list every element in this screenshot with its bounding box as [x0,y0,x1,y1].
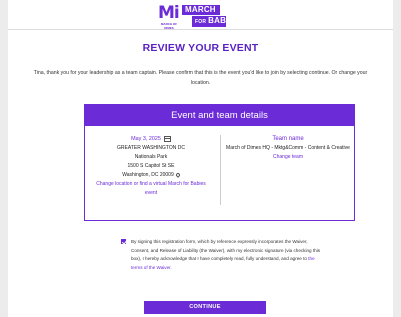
event-location-name: GREATER WASHINGTON DC [117,145,185,151]
page-title: REVIEW YOUR EVENT [142,42,259,54]
event-street: 1500 S Capitol St SE [127,163,175,169]
calendar-icon [163,135,171,142]
intro-text: Tina, thank you for your leadership as a… [33,70,368,86]
team-details: Team name March of Dimes HQ - Mktg&Comm … [226,135,350,162]
logo-sub-text: MARCH OF DIMES [160,22,178,30]
march-for-babies-logo[interactable]: Mi MARCH OF DIMES MARCH FOR BABIES [158,3,248,30]
event-date-row: May 3, 2025 [91,135,211,144]
event-venue: Nationals Park [134,154,168,160]
details-header: Event and team details [85,105,354,126]
logo-tag-march: MARCH [182,5,220,15]
header: Mi MARCH OF DIMES MARCH FOR BABIES [8,0,393,30]
event-city-row: Washington, DC 20009 [91,171,211,180]
logo-tag-for: FOR [195,19,207,25]
event-city: Washington, DC 20009 [122,172,174,178]
logo-tag-babies-text: BABIES [208,16,240,25]
location-pin-icon [174,171,181,178]
column-divider [220,135,221,205]
event-team-details-card: Event and team details May 3, 2025 GREAT… [84,104,355,221]
page: Mi MARCH OF DIMES MARCH FOR BABIES REVIEW… [8,0,393,317]
logo-mark: Mi [158,3,180,23]
logo-tag-babies: FOR BABIES [192,16,239,27]
continue-button[interactable]: CONTINUE [144,301,266,314]
change-team-link[interactable]: Change team [226,153,350,162]
team-name: March of Dimes HQ - Mktg&Comm - Content … [226,145,350,151]
event-date: May 3, 2025 [131,136,161,142]
waiver-checkbox[interactable] [121,239,126,244]
waiver-consent-text: By signing this registration form, which… [131,238,321,272]
waiver-consent-body: By signing this registration form, which… [131,239,321,262]
event-details: May 3, 2025 GREATER WASHINGTON DC Nation… [91,135,211,198]
change-location-link[interactable]: Change location or find a virtual March … [91,180,211,198]
team-name-label: Team name [272,136,304,142]
